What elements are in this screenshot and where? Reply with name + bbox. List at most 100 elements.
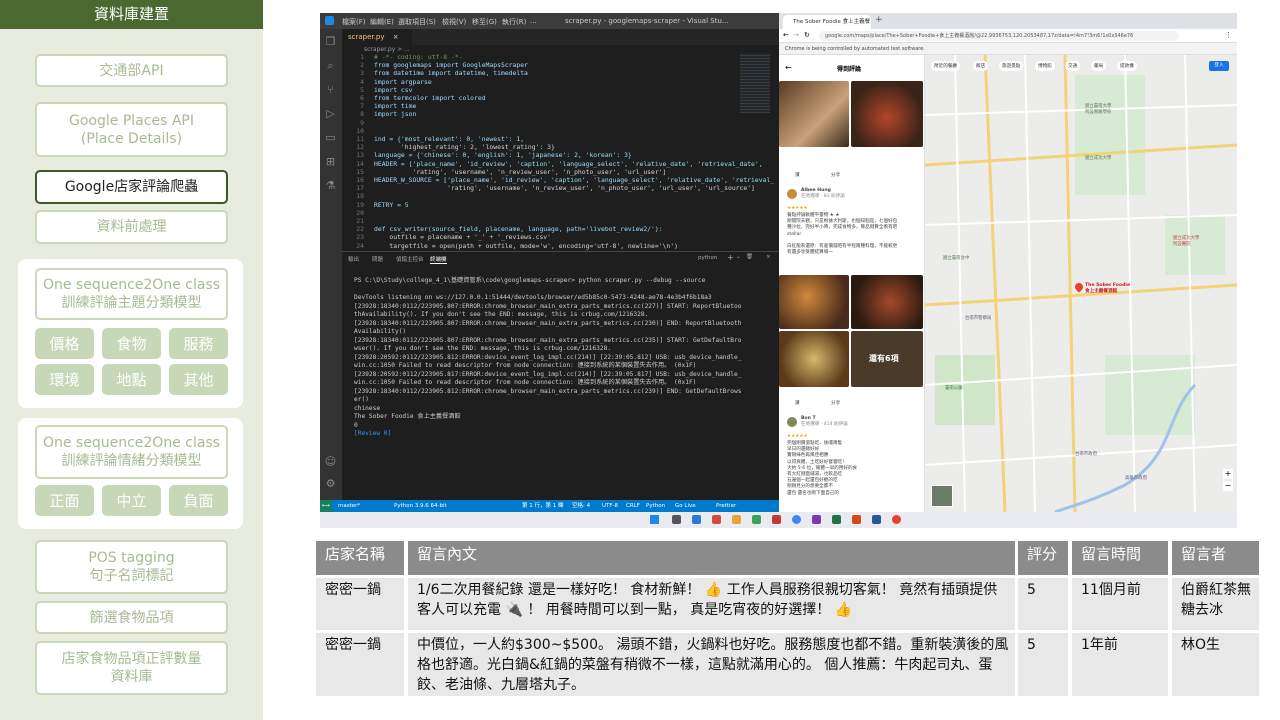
review-photo[interactable] [779, 331, 849, 387]
map-filter-chip[interactable]: 旅遊景點 [999, 61, 1024, 71]
sidebar-item-transport-api[interactable]: 交通部API [35, 54, 228, 87]
search-icon[interactable]: ⌕ [324, 59, 337, 72]
new-tab-icon[interactable]: + [875, 15, 883, 25]
sidebar-item-review-scraper[interactable]: Google店家評論爬蟲 [35, 170, 228, 204]
chip-environment[interactable]: 環境 [35, 364, 94, 395]
share-button[interactable]: 分享 [831, 401, 840, 407]
status-golive[interactable]: Go Live [675, 500, 696, 512]
panel-tab-debug-console[interactable]: 偵錯主控台 [396, 255, 424, 263]
back-icon[interactable]: ← [783, 31, 789, 39]
taskbar-app-icon[interactable] [732, 515, 741, 524]
menu-item[interactable]: 檢視(V) [442, 17, 466, 27]
taskbar-app-icon[interactable] [892, 515, 901, 524]
map-filter-chip[interactable]: 附近的餐廳 [931, 61, 960, 71]
more-photos-tile[interactable]: 還有6項 [851, 331, 923, 387]
status-encoding[interactable]: UTF-8 [602, 500, 618, 512]
panel-tab-terminal[interactable]: 終端機 [430, 255, 447, 264]
taskbar-app-icon[interactable] [792, 515, 801, 524]
menu-item[interactable]: 移至(G) [472, 17, 497, 27]
taskbar-app-icon[interactable] [852, 515, 861, 524]
chrome-tab[interactable]: The Sober Foodie 食上主義餐酒館 [783, 15, 871, 39]
explorer-icon[interactable]: ❐ [324, 35, 337, 48]
extensions-icon[interactable]: ⊞ [324, 155, 337, 168]
sign-in-button[interactable]: 登入 [1209, 61, 1229, 71]
share-button[interactable]: 分享 [831, 173, 840, 179]
google-map[interactable]: 附近的餐廳 飯店 旅遊景點 博物館 交通 藥局 提款機 登入 國立臺南大學 附設… [925, 55, 1237, 512]
review-photo[interactable] [851, 81, 923, 147]
taskbar-app-icon[interactable] [712, 515, 721, 524]
chrome-menu-icon[interactable]: ⋮ [1225, 31, 1232, 39]
add-terminal-icon[interactable]: + [727, 253, 734, 262]
panel-tab-problems[interactable]: 問題 [372, 255, 383, 263]
menu-item[interactable]: 選取項目(S) [398, 17, 436, 27]
sidebar-item-food-filter[interactable]: 篩選食物品項 [35, 601, 228, 634]
sidebar-item-topic-model[interactable]: One sequence2One class 訓練評論主題分類模型 [35, 268, 228, 320]
chip-location[interactable]: 地點 [102, 364, 161, 395]
taskbar-app-icon[interactable] [832, 515, 841, 524]
account-icon[interactable]: ☺ [324, 455, 337, 468]
back-arrow-icon[interactable]: ← [785, 63, 792, 72]
map-filter-chip[interactable]: 交通 [1065, 61, 1081, 71]
tab-scraper-py[interactable]: scraper.py × [342, 29, 412, 45]
status-prettier[interactable]: Prettier [716, 500, 736, 512]
layers-thumbnail[interactable] [931, 485, 953, 507]
zoom-in-icon[interactable]: + [1223, 469, 1233, 479]
status-position[interactable]: 第 1 行，第 1 欄 [522, 500, 564, 512]
taskbar-app-icon[interactable] [672, 515, 681, 524]
close-panel-icon[interactable]: × [766, 254, 771, 260]
map-filter-chip[interactable]: 博物館 [1035, 61, 1055, 71]
menu-item[interactable]: 編輯(E) [370, 17, 394, 27]
review-photo[interactable] [851, 275, 923, 329]
like-button[interactable]: 讚 [795, 401, 800, 407]
menu-item[interactable]: 檔案(F) [342, 17, 366, 27]
run-debug-icon[interactable]: ▷ [324, 107, 337, 120]
like-button[interactable]: 讚 [795, 173, 800, 179]
chip-price[interactable]: 價格 [35, 328, 94, 359]
chevron-down-icon[interactable]: ⌄ [736, 254, 741, 260]
address-bar[interactable]: google.com/maps/place/The+Sober+Foodie+食… [819, 31, 1179, 41]
status-python[interactable]: Python 3.9.6 64-bit [394, 500, 447, 512]
status-language[interactable]: Python [646, 500, 665, 512]
remote-icon[interactable]: ⟷ [320, 500, 332, 512]
source-control-icon[interactable]: ⑂ [324, 83, 337, 96]
windows-start-icon[interactable] [650, 515, 659, 524]
reviews-panel[interactable]: ← 得到評論 讚 分享 Albee Hung 在地嚮導 · 83 則評論 ★★★… [779, 55, 925, 512]
sidebar-item-google-places-api[interactable]: Google Places API (Place Details) [35, 102, 228, 157]
sidebar-item-pos-tagging[interactable]: POS tagging 句子名詞標記 [35, 540, 228, 594]
status-spaces[interactable]: 空格: 4 [572, 500, 590, 512]
taskbar-app-icon[interactable] [872, 515, 881, 524]
chip-food[interactable]: 食物 [102, 328, 161, 359]
status-eol[interactable]: CRLF [626, 500, 640, 512]
chip-other[interactable]: 其他 [169, 364, 228, 395]
terminal[interactable]: PS C:\D\Study\college_4_1\基礎資管系\code\goo… [342, 265, 779, 500]
trash-icon[interactable]: 🗑 [746, 254, 753, 260]
code-editor[interactable]: 1 # -*- coding: utf-8 -*- 2 from googlemaps… [342, 53, 779, 250]
close-icon[interactable]: × [393, 33, 399, 41]
sidebar-item-food-db[interactable]: 店家食物品項正評數量 資料庫 [35, 641, 228, 695]
map-place-label[interactable]: The Sober Foodie 食上主義餐酒館 [1085, 283, 1135, 295]
map-filter-chip[interactable]: 提款機 [1117, 61, 1137, 71]
status-branch[interactable]: master* [338, 500, 360, 512]
menu-item[interactable]: ... [530, 17, 537, 25]
forward-icon[interactable]: → [793, 31, 799, 39]
review-photo[interactable] [779, 81, 849, 147]
zoom-out-icon[interactable]: − [1223, 481, 1233, 491]
chip-neutral[interactable]: 中立 [102, 485, 161, 516]
settings-gear-icon[interactable]: ⚙ [324, 477, 337, 490]
map-filter-chip[interactable]: 藥局 [1091, 61, 1107, 71]
panel-tab-output[interactable]: 輸出 [348, 255, 359, 263]
testing-icon[interactable]: ⚗ [324, 179, 337, 192]
chip-service[interactable]: 服務 [169, 328, 228, 359]
review-photo[interactable] [779, 275, 849, 329]
sidebar-item-sentiment-model[interactable]: One sequence2One class 訓練評論情緒分類模型 [35, 425, 228, 479]
taskbar-app-icon[interactable] [692, 515, 701, 524]
menu-item[interactable]: 執行(R) [502, 17, 526, 27]
reload-icon[interactable]: ↻ [804, 31, 810, 39]
taskbar-app-icon[interactable] [772, 515, 781, 524]
taskbar-app-icon[interactable] [812, 515, 821, 524]
chip-positive[interactable]: 正面 [35, 485, 94, 516]
chip-negative[interactable]: 負面 [169, 485, 228, 516]
terminal-shell-label[interactable]: python [698, 255, 717, 261]
sidebar-item-preprocessing[interactable]: 資料前處理 [35, 210, 228, 244]
remote-explorer-icon[interactable]: ▭ [324, 131, 337, 144]
